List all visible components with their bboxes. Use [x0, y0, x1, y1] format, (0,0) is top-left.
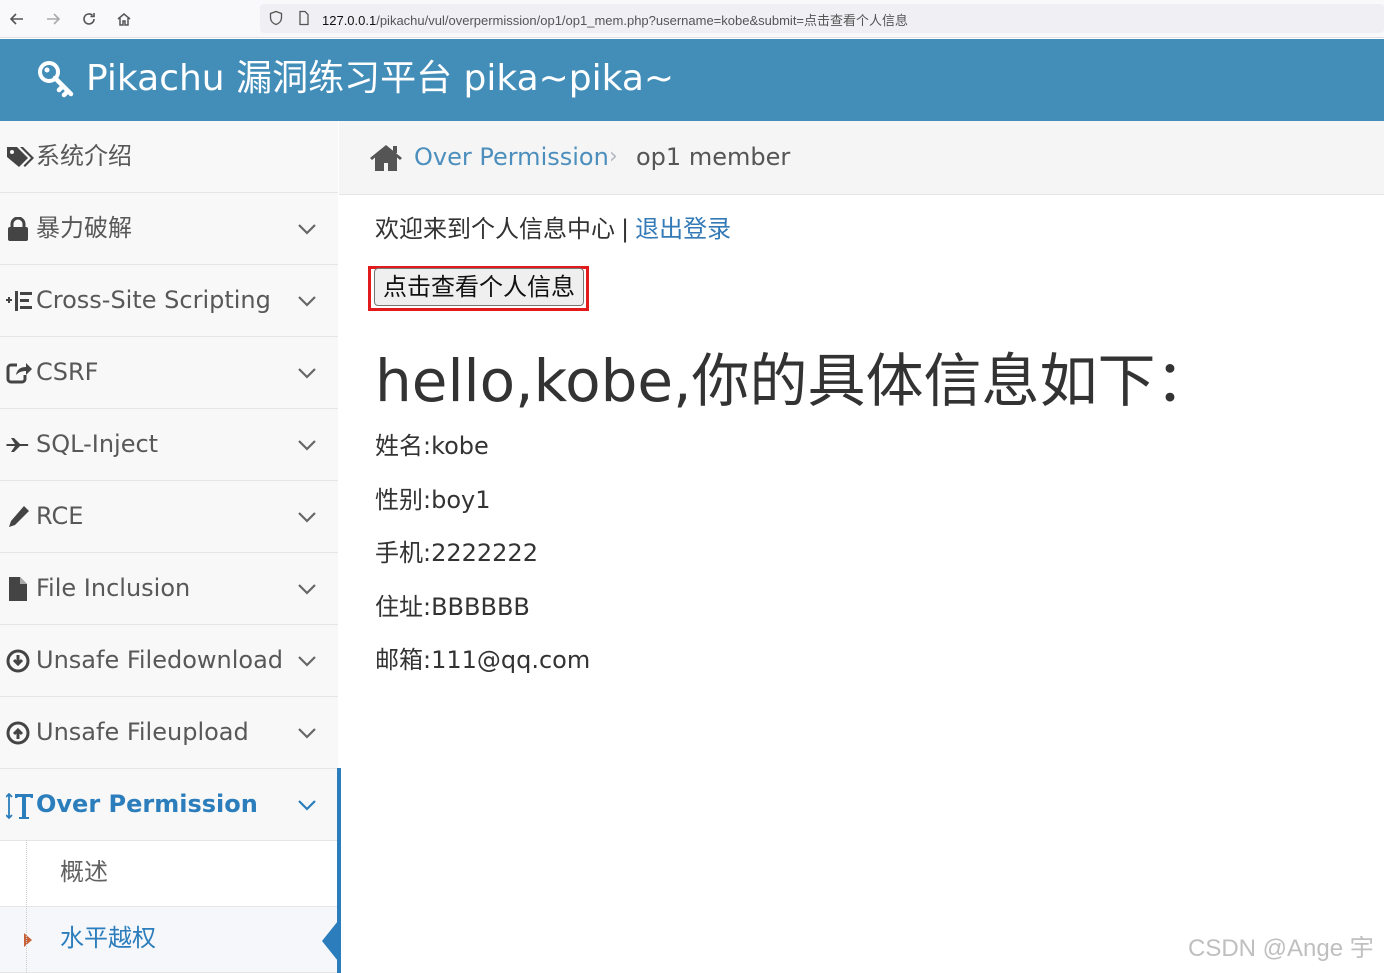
chevron-down-icon[interactable] — [297, 725, 317, 741]
info-phone: 手机:2222222 — [375, 539, 538, 567]
sidebar-item-label: Unsafe Filedownload — [36, 646, 284, 674]
share-icon — [6, 361, 32, 385]
sidebar-item-label: RCE — [36, 502, 84, 530]
plane-icon — [6, 433, 32, 457]
page-icon — [296, 10, 312, 26]
url-host: 127.0.0.1 — [322, 13, 377, 28]
breadcrumb-link[interactable]: Over Permission — [414, 142, 609, 172]
sidebar-item-unsafe-fileupload[interactable]: Unsafe Fileupload — [0, 697, 338, 769]
sidebar-item-label: Cross-Site Scripting — [36, 286, 271, 314]
tree-line — [26, 840, 27, 973]
sidebar-item-xss[interactable]: Cross-Site Scripting — [0, 265, 338, 337]
breadcrumb-current: op1 member — [636, 143, 791, 171]
watermark: CSDN @Ange 宇 — [1188, 935, 1374, 962]
app-title[interactable]: Pikachu 漏洞练习平台 pika~pika~ — [86, 56, 674, 102]
info-name: 姓名:kobe — [375, 432, 489, 460]
breadcrumb-separator: › — [609, 144, 618, 169]
upload-icon — [6, 721, 32, 745]
sidebar-item-over-permission[interactable]: Over Permission — [0, 769, 338, 841]
welcome-text: 欢迎来到个人信息中心 — [375, 215, 615, 243]
info-email: 邮箱:111@qq.com — [375, 646, 591, 674]
chevron-down-icon[interactable] — [297, 509, 317, 525]
text-height-icon — [5, 792, 33, 820]
view-info-button[interactable]: 点击查看个人信息 — [374, 268, 584, 306]
sidebar-item-label: SQL-Inject — [36, 430, 159, 458]
welcome-line: 欢迎来到个人信息中心 | 退出登录 — [375, 213, 731, 245]
sidebar-item-intro[interactable]: 系统介绍 — [0, 121, 338, 193]
sidebar-item-label: 暴力破解 — [36, 214, 132, 242]
chevron-down-icon[interactable] — [297, 221, 317, 237]
tags-icon — [6, 145, 34, 169]
sidebar-subitem-label: 水平越权 — [60, 924, 156, 952]
list-icon — [6, 289, 32, 313]
sidebar-subitem-overview[interactable]: 概述 — [0, 841, 338, 907]
browser-toolbar: 127.0.0.1/pikachu/vul/overpermission/op1… — [0, 0, 1384, 38]
reload-icon[interactable] — [79, 9, 99, 29]
chevron-down-icon[interactable] — [297, 581, 317, 597]
app-header: Pikachu 漏洞练习平台 pika~pika~ — [0, 39, 1384, 121]
url-path: /pikachu/vul/overpermission/op1/op1_mem.… — [376, 13, 909, 28]
hello-heading: hello,kobe,你的具体信息如下： — [375, 347, 1214, 415]
url-text[interactable]: 127.0.0.1/pikachu/vul/overpermission/op1… — [322, 10, 908, 29]
info-address: 住址:BBBBBB — [375, 593, 530, 621]
info-gender: 性别:boy1 — [375, 486, 491, 514]
key-icon — [36, 59, 76, 99]
sidebar-item-unsafe-filedownload[interactable]: Unsafe Filedownload — [0, 625, 338, 697]
chevron-down-icon[interactable] — [297, 653, 317, 669]
chevron-down-icon[interactable] — [297, 797, 317, 813]
sidebar-item-label: Unsafe Fileupload — [36, 718, 249, 746]
home-icon — [369, 143, 403, 173]
lock-icon — [6, 216, 32, 241]
sidebar-subitem-label: 概述 — [60, 858, 108, 886]
sidebar-item-brute-force[interactable]: 暴力破解 — [0, 193, 338, 265]
sidebar-item-label: Over Permission — [36, 790, 258, 818]
logout-link[interactable]: 退出登录 — [635, 215, 731, 243]
shield-icon[interactable] — [268, 10, 284, 26]
sidebar-item-label: File Inclusion — [36, 574, 191, 602]
welcome-divider: | — [621, 215, 630, 243]
chevron-down-icon[interactable] — [297, 365, 317, 381]
breadcrumb: Over Permission › op1 member — [339, 121, 1384, 195]
file-icon — [6, 577, 32, 601]
home-button-icon[interactable] — [114, 9, 134, 29]
sidebar-item-label: 系统介绍 — [36, 142, 132, 170]
active-pointer-icon — [322, 921, 338, 961]
sidebar-item-sql-inject[interactable]: SQL-Inject — [0, 409, 338, 481]
sidebar-item-label: CSRF — [36, 358, 99, 386]
active-section-bar — [337, 768, 341, 973]
sidebar-subitem-horizontal-privilege[interactable]: 水平越权 — [0, 907, 338, 973]
forward-icon[interactable] — [43, 9, 63, 29]
chevron-down-icon[interactable] — [297, 293, 317, 309]
download-icon — [6, 649, 32, 673]
sidebar-item-rce[interactable]: RCE — [0, 481, 338, 553]
address-bar[interactable]: 127.0.0.1/pikachu/vul/overpermission/op1… — [260, 4, 1384, 33]
chevron-down-icon[interactable] — [297, 437, 317, 453]
back-icon[interactable] — [7, 9, 27, 29]
sidebar-item-csrf[interactable]: CSRF — [0, 337, 338, 409]
sidebar-item-file-inclusion[interactable]: File Inclusion — [0, 553, 338, 625]
pencil-icon — [6, 505, 32, 529]
